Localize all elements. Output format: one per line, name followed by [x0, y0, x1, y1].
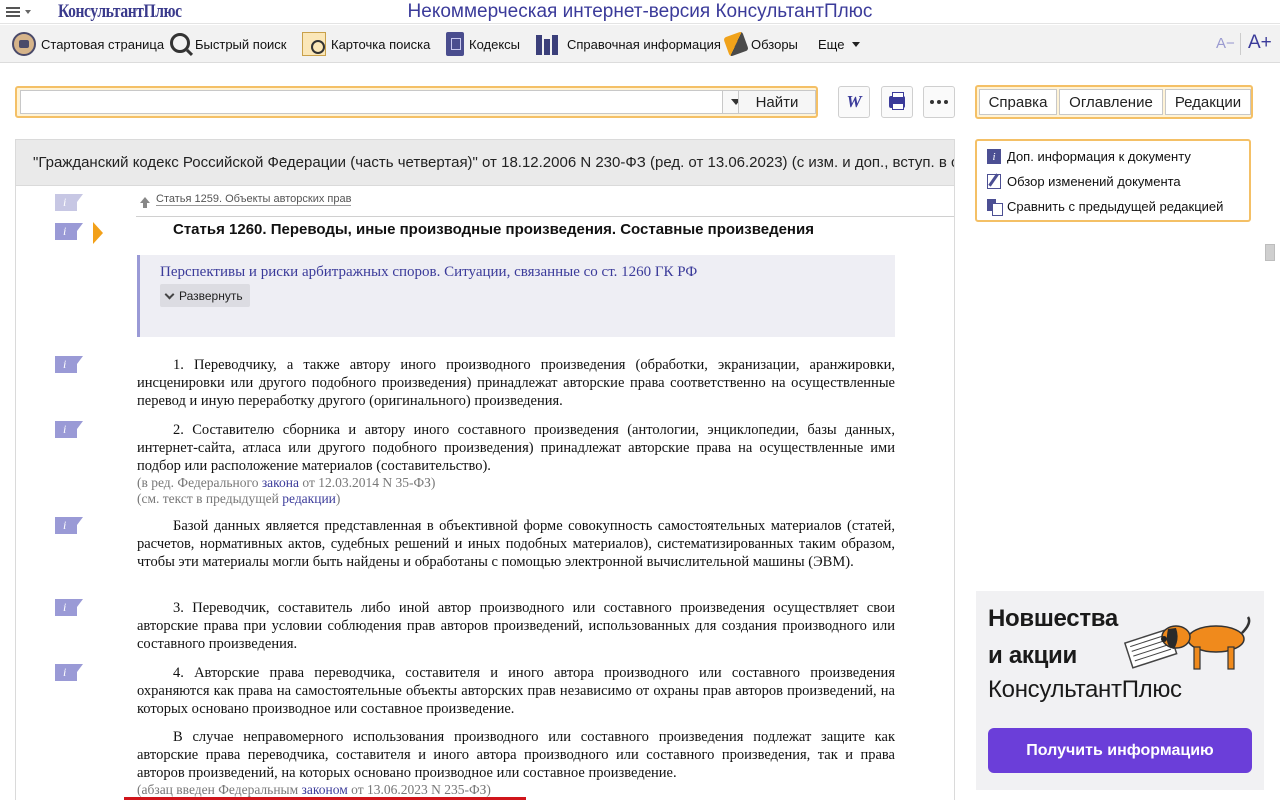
side-tabs: Справка Оглавление Редакции	[975, 85, 1253, 119]
document-body[interactable]: i Статья 1259. Объекты авторских прав i …	[15, 186, 955, 800]
font-increase-button[interactable]: A+	[1248, 32, 1272, 54]
promo-headline-1: Новшества	[988, 605, 1118, 632]
export-word-button[interactable]: W	[838, 86, 870, 118]
document-info-panel: i Доп. информация к документу Обзор изме…	[975, 139, 1251, 222]
toolbar-reference-info-label: Справочная информация	[567, 36, 721, 52]
magnifier-icon	[170, 32, 190, 53]
paragraph-marker[interactable]: i	[55, 421, 83, 438]
window-title: Некоммерческая интернет-версия Консульта…	[407, 1, 873, 22]
info-panel-item-extra-info[interactable]: i Доп. информация к документу	[987, 149, 1191, 164]
paragraph: 3. Переводчик, составитель либо иной авт…	[137, 600, 895, 652]
tab-reference[interactable]: Справка	[979, 89, 1057, 115]
toolbar-start-page-label: Стартовая страница	[41, 36, 165, 52]
info-marker-icon: i	[63, 518, 67, 532]
scrollbar-thumb[interactable]	[1265, 244, 1275, 261]
toolbar-codes-label: Кодексы	[469, 36, 521, 52]
paragraph-marker[interactable]: i	[55, 223, 83, 240]
edition-note: (в ред. Федерального закона от 12.03.201…	[137, 475, 436, 490]
chevron-down-icon	[852, 41, 861, 47]
info-marker-icon: i	[63, 600, 67, 614]
search-bar: Найти	[15, 86, 818, 118]
paragraph: Базой данных является представленная в о…	[137, 518, 895, 570]
toolbar-quick-search-label: Быстрый поиск	[195, 36, 287, 52]
info-panel-label: Сравнить с предыдущей редакцией	[1007, 199, 1224, 214]
compare-docs-icon	[987, 199, 1003, 216]
info-panel-label: Доп. информация к документу	[1007, 149, 1191, 164]
info-marker-icon: i	[63, 422, 67, 436]
paragraph-marker[interactable]: i	[55, 664, 83, 681]
pen-nib-icon	[723, 31, 749, 57]
paragraph: В случае неправомерного использования пр…	[137, 729, 895, 781]
promo-brand: КонсультантПлюс	[988, 676, 1182, 703]
search-button[interactable]: Найти	[738, 90, 816, 114]
paragraph-marker[interactable]: i	[55, 517, 83, 534]
paragraph-added-note: (абзац введен Федеральным законом от 13.…	[137, 782, 491, 797]
paragraph: 1. Переводчику, а также автору иного про…	[137, 357, 895, 409]
toolbar-search-card[interactable]: Карточка поиска	[302, 31, 430, 57]
expand-label: Развернуть	[179, 288, 243, 303]
document-title: "Гражданский кодекс Российской Федерации…	[33, 154, 955, 171]
chevron-down-icon	[164, 289, 175, 299]
info-panel-label: Обзор изменений документа	[1007, 174, 1181, 189]
search-card-icon	[302, 32, 326, 56]
expand-button[interactable]: Развернуть	[160, 284, 250, 307]
toolbar-quick-search[interactable]: Быстрый поиск	[170, 31, 287, 57]
law-link[interactable]: закона	[262, 475, 299, 490]
toolbar-codes[interactable]: Кодексы	[446, 31, 520, 57]
tab-editions[interactable]: Редакции	[1165, 89, 1251, 115]
perspectives-link[interactable]: Перспективы и риски арбитражных споров. …	[160, 264, 697, 281]
arrow-up-icon	[140, 196, 150, 208]
info-marker-icon: i	[63, 195, 67, 209]
edition-link[interactable]: редакции	[282, 491, 336, 506]
word-icon: W	[846, 92, 862, 111]
codes-book-icon	[446, 32, 464, 56]
promo-banner: Новшества и акции КонсультантПлюс Получи…	[976, 591, 1264, 790]
home-icon	[12, 32, 36, 56]
prev-edition-note: (см. текст в предыдущей редакции)	[137, 491, 341, 506]
toolbar-more-label: Еще	[818, 36, 845, 52]
toolbar-more[interactable]: Еще	[818, 31, 861, 57]
title-bar: КонсультантПлюс Некоммерческая интернет-…	[0, 0, 1280, 24]
printer-icon	[889, 92, 905, 110]
info-panel-item-changes-review[interactable]: Обзор изменений документа	[987, 174, 1181, 189]
divider	[136, 216, 954, 217]
info-marker-icon: i	[63, 665, 67, 679]
tab-contents[interactable]: Оглавление	[1059, 89, 1163, 115]
law-link[interactable]: законом	[302, 782, 348, 797]
dog-with-newspaper-icon	[1124, 616, 1251, 670]
info-marker-icon: i	[63, 357, 67, 371]
paragraph-marker[interactable]: i	[55, 194, 83, 211]
print-button[interactable]	[881, 86, 913, 118]
document-header: "Гражданский кодекс Российской Федерации…	[15, 139, 955, 186]
promo-headline-2: и акции	[988, 642, 1077, 669]
perspectives-block: Перспективы и риски арбитражных споров. …	[137, 255, 895, 337]
article-title: Статья 1260. Переводы, иные производные …	[173, 221, 814, 238]
info-panel-item-compare[interactable]: Сравнить с предыдущей редакцией	[987, 199, 1224, 216]
paragraph-marker[interactable]: i	[55, 356, 83, 373]
toolbar-reviews-label: Обзоры	[751, 36, 798, 52]
reference-books-icon	[536, 32, 562, 56]
get-info-button[interactable]: Получить информацию	[988, 728, 1252, 773]
paragraph: 4. Авторские права переводчика, составит…	[137, 665, 895, 717]
toolbar-search-card-label: Карточка поиска	[331, 36, 431, 52]
info-icon: i	[987, 149, 1001, 164]
paragraph-marker[interactable]: i	[55, 599, 83, 616]
main-toolbar: Стартовая страница Быстрый поиск Карточк…	[0, 25, 1280, 63]
toolbar-reference-info[interactable]: Справочная информация	[536, 31, 721, 57]
search-input[interactable]	[20, 90, 723, 114]
edit-doc-icon	[987, 174, 1001, 189]
current-position-arrow-icon	[93, 222, 103, 244]
info-marker-icon: i	[63, 224, 67, 238]
ellipsis-icon	[930, 100, 948, 104]
toolbar-reviews[interactable]: Обзоры	[723, 31, 798, 57]
font-decrease-button[interactable]: A−	[1216, 35, 1235, 52]
prev-article-link[interactable]: Статья 1259. Объекты авторских прав	[140, 193, 352, 208]
more-actions-button[interactable]	[923, 86, 955, 118]
toolbar-separator	[1240, 33, 1241, 55]
toolbar-start-page[interactable]: Стартовая страница	[12, 31, 164, 57]
paragraph: 2. Составителю сборника и автору иного с…	[137, 422, 895, 474]
prev-article-label: Статья 1259. Объекты авторских прав	[156, 193, 352, 206]
